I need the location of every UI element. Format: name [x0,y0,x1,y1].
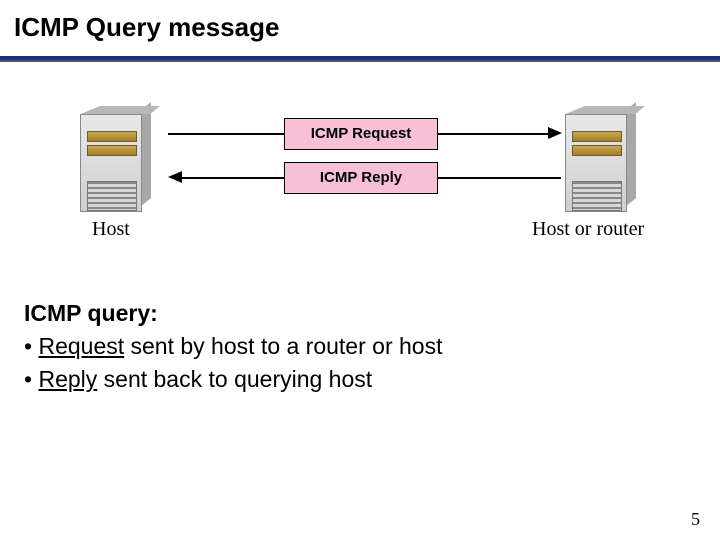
page-number: 5 [691,509,700,530]
server-left-icon [80,106,154,210]
reply-arrow-line-left [182,177,284,179]
bullet-2-prefix: • [24,366,38,392]
bullet-2-keyword: Reply [38,366,97,392]
slide-title: ICMP Query message [14,12,279,43]
bullet-reply: • Reply sent back to querying host [24,364,684,395]
title-rule-shadow [0,60,720,62]
icmp-request-box: ICMP Request [284,118,438,150]
bullet-1-keyword: Request [38,333,124,359]
request-arrow-head-icon [548,127,562,139]
bullet-2-rest: sent back to querying host [97,366,372,392]
left-host-label: Host [92,218,130,241]
icmp-diagram: Host Host or router ICMP Request ICMP Re… [40,106,680,276]
bullet-1-rest: sent by host to a router or host [124,333,442,359]
reply-arrow-line-right [437,177,561,179]
reply-arrow-head-icon [168,171,182,183]
icmp-reply-box: ICMP Reply [284,162,438,194]
right-host-label: Host or router [532,218,644,241]
bullet-request: • Request sent by host to a router or ho… [24,331,684,362]
request-arrow-line-right [437,133,549,135]
server-right-icon [565,106,639,210]
body-heading: ICMP query: [24,298,684,329]
body-text: ICMP query: • Request sent by host to a … [24,298,684,395]
request-arrow-line-left [168,133,284,135]
bullet-1-prefix: • [24,333,38,359]
